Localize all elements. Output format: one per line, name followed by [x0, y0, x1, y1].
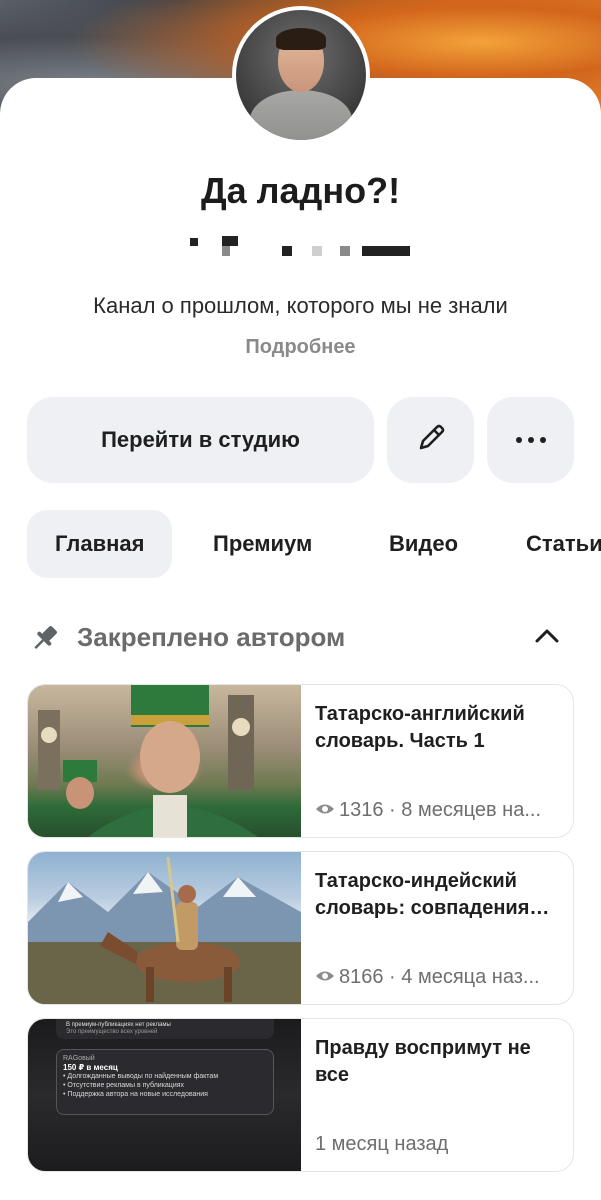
post-thumbnail: [28, 685, 301, 837]
post-title: Татарско-английский словарь. Часть 1: [315, 703, 525, 752]
post-card[interactable]: В премиум-публикациях нет рекламы Это пр…: [27, 1018, 574, 1172]
avatar-photo: [236, 10, 366, 140]
post-meta: 1 месяц назад: [315, 1133, 449, 1155]
pin-icon: [27, 620, 63, 661]
premium-note: В премиум-публикациях нет рекламы Это пр…: [56, 1019, 274, 1039]
post-card[interactable]: Татарско-английский словарь. Часть 1 131…: [27, 684, 574, 838]
post-title: Татарско-индейский словарь: совпадения…: [315, 870, 550, 919]
redacted-subtitle: [0, 236, 601, 256]
more-link[interactable]: Подробнее: [0, 336, 601, 359]
eye-icon: [315, 966, 335, 989]
channel-title: Да ладно?!: [200, 170, 401, 211]
post-title: Правду воспримут не все: [315, 1037, 531, 1086]
tab-home[interactable]: Главная: [27, 510, 173, 578]
tab-premium[interactable]: Премиум: [213, 510, 312, 578]
channel-tabs: Главная Премиум Видео Статьи: [0, 510, 601, 578]
pinned-label: Закреплено автором: [77, 622, 346, 652]
post-meta: 1316 · 8 месяцев на...: [315, 799, 560, 822]
tab-articles[interactable]: Статьи: [526, 510, 601, 578]
post-thumbnail: [28, 852, 301, 1004]
avatar[interactable]: [232, 6, 370, 144]
premium-tier-panel: RAGовый 150 ₽ в месяц Долгожданные вывод…: [56, 1049, 274, 1115]
pinned-section-header: Закреплено автором: [27, 616, 574, 660]
post-card[interactable]: Татарско-индейский словарь: совпадения… …: [27, 851, 574, 1005]
pencil-icon: [414, 421, 448, 460]
post-meta: 8166 · 4 месяца наз...: [315, 966, 560, 989]
post-thumbnail: В премиум-публикациях нет рекламы Это пр…: [28, 1019, 301, 1171]
eye-icon: [315, 799, 335, 822]
chevron-up-icon[interactable]: [534, 626, 560, 649]
tab-video[interactable]: Видео: [389, 510, 458, 578]
edit-button[interactable]: [387, 397, 474, 483]
more-dots-icon: [515, 437, 546, 443]
more-actions-button[interactable]: [487, 397, 574, 483]
channel-description: Канал о прошлом, которого мы не знали: [93, 293, 508, 318]
go-to-studio-button[interactable]: Перейти в студию: [27, 397, 374, 483]
